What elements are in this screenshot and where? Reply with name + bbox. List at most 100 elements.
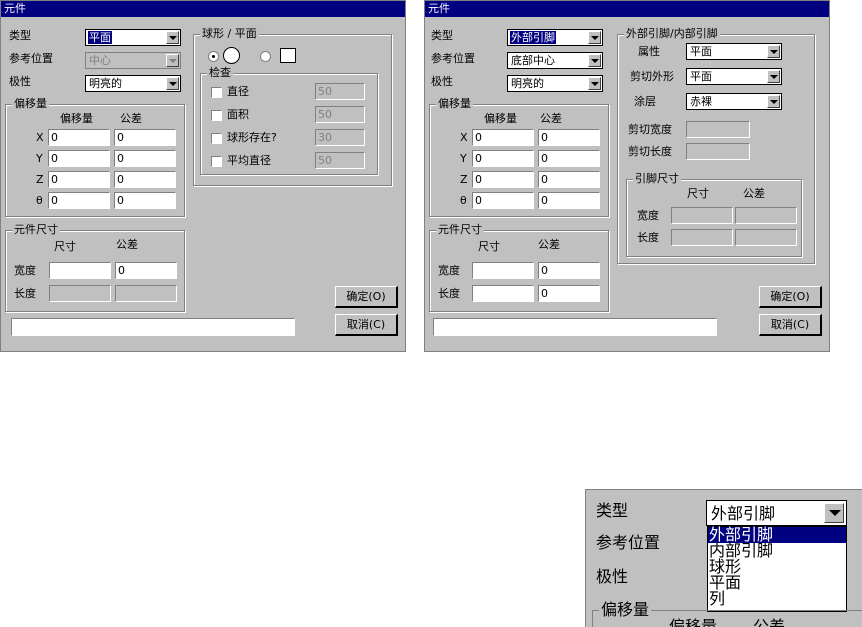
- dropdown-option[interactable]: 列: [708, 591, 846, 607]
- pin-length-tol[interactable]: [735, 229, 797, 246]
- chevron-down-icon[interactable]: [767, 45, 780, 58]
- polarity-select[interactable]: 明亮的: [85, 75, 181, 92]
- status-field[interactable]: [433, 318, 717, 336]
- check-value[interactable]: 30: [315, 129, 365, 146]
- ref-position-label: 参考位置: [596, 533, 661, 552]
- pin-width-tol[interactable]: [735, 207, 797, 224]
- tol-field[interactable]: 0: [538, 192, 600, 209]
- col-tol-header: 公差: [120, 112, 142, 125]
- dialog-title: 元件: [1, 1, 405, 17]
- attr-select[interactable]: 平面: [686, 43, 782, 60]
- sphere-plane-group: 球形 / 平面 检查 直径 50 面积 50 球形存在? 30 平均直径 50: [193, 27, 392, 186]
- col-tol-header: 公差: [116, 238, 138, 251]
- attr-value: 平面: [690, 45, 712, 58]
- diameter-checkbox[interactable]: [211, 87, 222, 98]
- cut-width-label: 剪切宽度: [628, 123, 672, 136]
- pin-length-label: 长度: [637, 231, 659, 244]
- offset-group-title: 偏移量: [436, 97, 473, 111]
- sphere-exists-checkbox[interactable]: [211, 133, 222, 144]
- component-size-group: 元件尺寸 尺寸 公差 宽度 0 长度 0: [429, 223, 609, 312]
- status-field[interactable]: [11, 318, 295, 336]
- circle-shape-icon: [223, 47, 240, 64]
- length-tol-field[interactable]: 0: [538, 285, 600, 302]
- length-size-field[interactable]: [472, 285, 534, 302]
- col-size-header: 尺寸: [54, 240, 76, 253]
- offset-field[interactable]: 0: [48, 171, 110, 188]
- cut-length-field[interactable]: [686, 143, 750, 160]
- ref-position-select[interactable]: 中心: [85, 52, 181, 69]
- coating-value: 赤裸: [690, 95, 712, 108]
- offset-field[interactable]: 0: [472, 129, 534, 146]
- chevron-down-icon[interactable]: [824, 503, 844, 523]
- attr-label: 属性: [638, 45, 660, 58]
- ref-position-select[interactable]: 底部中心: [507, 52, 603, 69]
- type-value: 外部引脚: [711, 504, 776, 523]
- length-label: 长度: [14, 287, 36, 300]
- offset-field[interactable]: 0: [48, 150, 110, 167]
- check-group-title: 检查: [207, 66, 233, 80]
- col-tol-header: 公差: [538, 238, 560, 251]
- tol-field[interactable]: 0: [538, 150, 600, 167]
- cancel-button[interactable]: 取消(C): [759, 314, 822, 336]
- avg-diameter-checkbox[interactable]: [211, 156, 222, 167]
- dropdown-option[interactable]: 平面: [708, 575, 846, 591]
- chevron-down-icon[interactable]: [767, 95, 780, 108]
- tol-field[interactable]: 0: [538, 129, 600, 146]
- polarity-select[interactable]: 明亮的: [507, 75, 603, 92]
- pin-length-size[interactable]: [671, 229, 733, 246]
- type-label: 类型: [596, 501, 629, 520]
- type-dropdown-list: 外部引脚 内部引脚 球形 平面 列: [707, 526, 847, 612]
- polarity-value: 明亮的: [89, 77, 122, 90]
- chevron-down-icon[interactable]: [166, 54, 179, 67]
- offset-field[interactable]: 0: [48, 129, 110, 146]
- check-label: 面积: [227, 108, 249, 121]
- col-tol-header: 公差: [743, 187, 765, 200]
- area-checkbox[interactable]: [211, 110, 222, 121]
- type-label: 类型: [9, 29, 31, 42]
- ok-button[interactable]: 确定(O): [335, 286, 398, 308]
- type-select[interactable]: 平面: [85, 29, 181, 46]
- check-value[interactable]: 50: [315, 106, 365, 123]
- ref-position-value: 底部中心: [511, 54, 555, 67]
- square-radio[interactable]: [260, 51, 271, 62]
- size-group-title: 元件尺寸: [12, 223, 60, 237]
- tol-field[interactable]: 0: [114, 150, 176, 167]
- tol-field[interactable]: 0: [114, 129, 176, 146]
- width-tol-field[interactable]: 0: [115, 262, 177, 279]
- check-value[interactable]: 50: [315, 83, 365, 100]
- chevron-down-icon[interactable]: [588, 77, 601, 90]
- offset-field[interactable]: 0: [472, 171, 534, 188]
- width-size-field[interactable]: [472, 262, 534, 279]
- chevron-down-icon[interactable]: [588, 54, 601, 67]
- chevron-down-icon[interactable]: [767, 70, 780, 83]
- tol-field[interactable]: 0: [538, 171, 600, 188]
- square-shape-icon: [280, 48, 296, 63]
- size-group-title: 元件尺寸: [436, 223, 484, 237]
- width-tol-field[interactable]: 0: [538, 262, 600, 279]
- tol-field[interactable]: 0: [114, 171, 176, 188]
- length-tol-field[interactable]: [115, 285, 177, 302]
- chevron-down-icon[interactable]: [166, 31, 179, 44]
- offset-group: 偏移量 偏移量 公差 X 0 0 Y 0 0 Z 0 0 θ 0 0: [429, 97, 609, 217]
- pin-group-title: 外部引脚/内部引脚: [624, 27, 720, 41]
- chevron-down-icon[interactable]: [588, 31, 601, 44]
- length-size-field[interactable]: [49, 285, 111, 302]
- offset-field[interactable]: 0: [48, 192, 110, 209]
- type-select[interactable]: 外部引脚: [507, 29, 603, 46]
- cut-shape-value: 平面: [690, 70, 712, 83]
- cut-width-field[interactable]: [686, 121, 750, 138]
- width-size-field[interactable]: [49, 262, 111, 279]
- offset-field[interactable]: 0: [472, 150, 534, 167]
- tol-field[interactable]: 0: [114, 192, 176, 209]
- offset-field[interactable]: 0: [472, 192, 534, 209]
- ok-button[interactable]: 确定(O): [759, 286, 822, 308]
- type-select[interactable]: 外部引脚: [706, 500, 847, 526]
- cut-shape-select[interactable]: 平面: [686, 68, 782, 85]
- pin-width-size[interactable]: [671, 207, 733, 224]
- chevron-down-icon[interactable]: [166, 77, 179, 90]
- length-label: 长度: [438, 287, 460, 300]
- check-value[interactable]: 50: [315, 152, 365, 169]
- circle-radio[interactable]: [208, 51, 219, 62]
- coating-select[interactable]: 赤裸: [686, 93, 782, 110]
- cancel-button[interactable]: 取消(C): [335, 314, 398, 336]
